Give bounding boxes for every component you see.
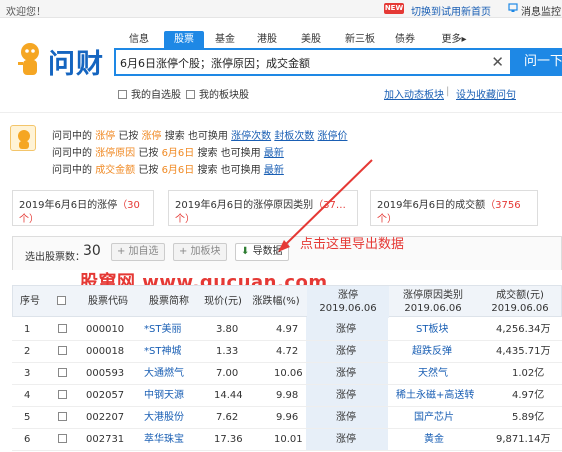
cell-reason[interactable]: 天然气	[418, 363, 448, 385]
cell-change: 9.98	[276, 390, 299, 401]
col-zt[interactable]: 涨停 2019.06.06	[307, 286, 389, 318]
cell-zt: 涨停	[336, 324, 356, 335]
cell-amount: 4,435.71万	[496, 346, 551, 357]
cell-price: 14.44	[214, 390, 243, 401]
col-name[interactable]: 股票简称	[137, 286, 201, 318]
cell-name-link[interactable]: 大通燃气	[144, 363, 184, 385]
table-row[interactable]: 4 002057 中钢天源 14.44 9.98 涨停 稀土永磁+高送转 4.9…	[12, 385, 562, 407]
cell-reason[interactable]: 国产芯片	[414, 407, 454, 429]
cell-seq: 3	[24, 368, 31, 379]
table-header: 序号 股票代码 股票简称 现价(元) 涨跌幅(%) 涨停 2019.06.06 …	[12, 285, 562, 318]
row-checkbox[interactable]	[58, 324, 67, 333]
row-checkbox-cell[interactable]	[58, 385, 71, 407]
row-checkbox[interactable]	[58, 412, 67, 421]
cell-code: 000010	[86, 324, 125, 335]
col-seq: 序号	[20, 296, 40, 307]
cell-code: 002057	[86, 390, 125, 401]
select-all-checkbox[interactable]	[56, 296, 66, 305]
col-reason-date: 2019.06.06	[404, 303, 462, 314]
cell-amount: 4,256.34万	[496, 324, 551, 335]
cell-price: 3.80	[216, 324, 239, 335]
cell-reason[interactable]: ST板块	[416, 319, 448, 341]
row-checkbox-cell[interactable]	[58, 319, 71, 341]
cell-price: 17.36	[214, 434, 243, 445]
select-all-cell[interactable]	[53, 286, 73, 318]
cell-change: 10.01	[274, 434, 303, 445]
col-reason[interactable]: 涨停原因类别 2019.06.06	[389, 286, 477, 318]
cell-price: 1.33	[216, 346, 239, 357]
cell-seq: 6	[24, 434, 31, 445]
cell-name-link[interactable]: *ST神城	[144, 341, 181, 363]
cell-name-link[interactable]: 中钢天源	[144, 385, 184, 407]
row-checkbox[interactable]	[58, 434, 67, 443]
row-checkbox-cell[interactable]	[58, 341, 71, 363]
cell-zt: 涨停	[336, 368, 356, 379]
cell-zt: 涨停	[336, 434, 356, 445]
col-amount-date: 2019.06.06	[491, 303, 549, 314]
row-checkbox[interactable]	[58, 390, 67, 399]
table-row[interactable]: 5 002207 大港股份 7.62 9.96 涨停 国产芯片 5.89亿	[12, 407, 562, 429]
cell-amount: 1.02亿	[512, 368, 545, 379]
col-zt-date: 2019.06.06	[319, 303, 377, 314]
cell-name-link[interactable]: *ST美丽	[144, 319, 181, 341]
cell-seq: 1	[24, 324, 31, 335]
col-reason-label: 涨停原因类别	[403, 290, 463, 301]
cell-change: 4.97	[276, 324, 299, 335]
cell-amount: 5.89亿	[512, 412, 545, 423]
cell-code: 000593	[86, 368, 125, 379]
cell-price: 7.62	[216, 412, 239, 423]
col-change[interactable]: 涨跌幅(%)	[245, 286, 307, 318]
col-zt-label: 涨停	[338, 290, 358, 301]
cell-seq: 5	[24, 412, 31, 423]
table-row[interactable]: 3 000593 大通燃气 7.00 10.06 涨停 天然气 1.02亿	[12, 363, 562, 385]
cell-code: 000018	[86, 346, 125, 357]
col-price[interactable]: 现价(元)	[201, 286, 245, 318]
cell-amount: 4.97亿	[512, 390, 545, 401]
annotation-text: 点击这里导出数据	[300, 237, 405, 252]
cell-name-link[interactable]: 大港股份	[144, 407, 184, 429]
table-row[interactable]: 2 000018 *ST神城 1.33 4.72 涨停 超跌反弹 4,435.7…	[12, 341, 562, 363]
col-amount-label: 成交额(元)	[496, 290, 544, 301]
cell-price: 7.00	[216, 368, 239, 379]
cell-reason[interactable]: 稀土永磁+高送转	[396, 385, 474, 407]
row-checkbox-cell[interactable]	[58, 429, 71, 451]
col-amount[interactable]: 成交额(元) 2019.06.06	[477, 286, 562, 318]
cell-change: 9.96	[276, 412, 299, 423]
cell-zt: 涨停	[336, 346, 356, 357]
cell-seq: 4	[24, 390, 31, 401]
table-row[interactable]: 1 000010 *ST美丽 3.80 4.97 涨停 ST板块 4,256.3…	[12, 319, 562, 341]
cell-zt: 涨停	[336, 390, 356, 401]
cell-reason[interactable]: 超跌反弹	[412, 341, 452, 363]
cell-code: 002731	[86, 434, 125, 445]
col-code[interactable]: 股票代码	[79, 286, 137, 318]
cell-reason[interactable]: 黄金	[424, 429, 444, 451]
cell-change: 10.06	[274, 368, 303, 379]
row-checkbox[interactable]	[58, 346, 67, 355]
cell-change: 4.72	[276, 346, 299, 357]
row-checkbox[interactable]	[58, 368, 67, 377]
cell-seq: 2	[24, 346, 31, 357]
table-row[interactable]: 6 002731 萃华珠宝 17.36 10.01 涨停 黄金 9,871.14…	[12, 429, 562, 451]
row-checkbox-cell[interactable]	[58, 363, 71, 385]
row-checkbox-cell[interactable]	[58, 407, 71, 429]
cell-amount: 9,871.14万	[496, 434, 551, 445]
cell-code: 002207	[86, 412, 125, 423]
cell-name-link[interactable]: 萃华珠宝	[144, 429, 184, 451]
cell-zt: 涨停	[336, 412, 356, 423]
